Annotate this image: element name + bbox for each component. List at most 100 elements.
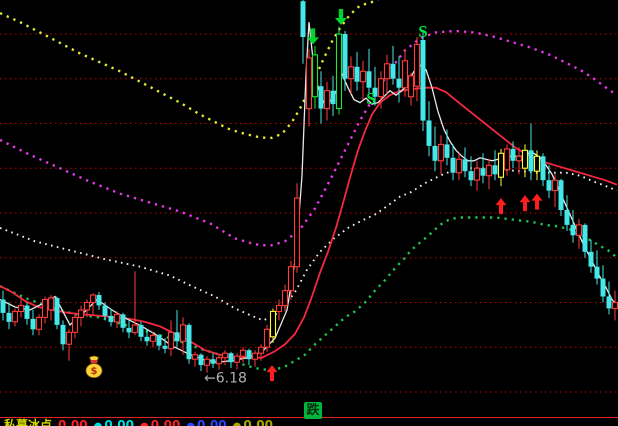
candle <box>43 297 48 324</box>
candle <box>217 355 222 370</box>
sell-arrow-icon <box>335 9 347 25</box>
candle <box>397 56 402 102</box>
candle <box>409 73 414 106</box>
candle <box>595 250 600 284</box>
buy-arrow-icon <box>267 365 278 381</box>
candle <box>211 353 216 368</box>
candle <box>265 325 270 352</box>
candle <box>7 303 12 330</box>
candle <box>19 300 24 318</box>
candle <box>175 310 180 347</box>
candlestick-chart[interactable]: SS$←6.18 <box>0 0 618 426</box>
candle <box>577 219 582 249</box>
candle <box>553 174 558 207</box>
sell-s-marker: S <box>366 89 375 108</box>
candle <box>355 52 360 91</box>
candle <box>49 295 54 320</box>
value-dot-icon: ● <box>186 421 195 426</box>
candle <box>607 282 612 315</box>
candle <box>79 306 84 327</box>
candle <box>121 313 126 332</box>
candle <box>415 37 420 101</box>
candle <box>25 303 30 325</box>
candle <box>487 159 492 189</box>
candle <box>295 183 300 273</box>
candle <box>133 271 138 335</box>
value-dot-icon: ● <box>140 421 149 426</box>
candle <box>253 350 258 366</box>
trend-red-line <box>0 88 617 358</box>
candle <box>145 329 150 346</box>
candle <box>325 82 330 121</box>
candle <box>337 27 342 115</box>
candle <box>529 124 534 181</box>
candle <box>181 317 186 354</box>
price-annotation-label: ←6.18 <box>204 371 247 387</box>
candle <box>283 285 288 312</box>
candle <box>565 195 570 231</box>
candle <box>559 179 564 216</box>
candle <box>463 147 468 177</box>
candle <box>583 223 588 257</box>
candle <box>349 56 354 93</box>
value-dot-icon: ● <box>94 421 103 426</box>
candle <box>1 291 6 321</box>
candle <box>475 161 480 191</box>
candle <box>103 303 108 321</box>
candle <box>571 210 576 243</box>
fall-status-flag: 跌 <box>304 402 322 419</box>
candle <box>361 61 366 100</box>
candle <box>421 31 426 131</box>
candle <box>241 347 246 362</box>
value-dot-icon: ● <box>233 421 242 426</box>
candle <box>67 329 72 360</box>
candle <box>457 153 462 180</box>
candle <box>451 144 456 180</box>
candle <box>313 46 318 109</box>
candle <box>199 353 204 371</box>
candle <box>31 310 36 335</box>
candle <box>445 130 450 166</box>
indicator-status-bar: 私募冰点0.00●0.00●0.00●0.00●0.00 <box>4 419 285 426</box>
buy-arrow-icon <box>496 198 507 214</box>
trading-chart-screen: SS$←6.18 跌 私募冰点0.00●0.00●0.00●0.00●0.00 <box>0 0 618 426</box>
candle <box>13 309 18 327</box>
candle <box>187 323 192 363</box>
candle <box>115 311 120 328</box>
candle <box>547 165 552 198</box>
candle <box>331 76 336 116</box>
indicator-value: 0.00 <box>58 418 88 426</box>
money-bag-icon: $ <box>86 356 102 378</box>
candle <box>385 55 390 94</box>
candle <box>367 49 372 94</box>
candle <box>505 144 510 175</box>
candle <box>613 291 618 321</box>
candle <box>91 294 96 315</box>
indicator-value: 0.00 <box>151 418 181 426</box>
candle <box>61 320 66 350</box>
candle <box>247 349 252 365</box>
candle <box>73 314 78 338</box>
indicator-value: 0.00 <box>243 418 273 426</box>
candle <box>589 240 594 273</box>
candle <box>37 314 42 335</box>
candle <box>499 149 504 186</box>
candle <box>439 135 444 174</box>
indicator-values: 0.00●0.00●0.00●0.00●0.00 <box>58 418 279 426</box>
candle <box>163 338 168 353</box>
candle <box>223 350 228 365</box>
candle <box>541 153 546 186</box>
indicator-name-label: 私募冰点 <box>4 418 52 426</box>
candle <box>427 101 432 156</box>
candle <box>319 71 324 123</box>
indicator-value: 0.00 <box>197 418 227 426</box>
indicator-value: 0.00 <box>104 418 134 426</box>
candle <box>193 352 198 367</box>
candle <box>343 31 348 91</box>
candle <box>229 352 234 368</box>
candle <box>157 334 162 350</box>
buy-arrow-icon <box>520 195 531 211</box>
candle <box>601 265 606 302</box>
candle <box>97 292 102 310</box>
candle <box>523 144 528 177</box>
